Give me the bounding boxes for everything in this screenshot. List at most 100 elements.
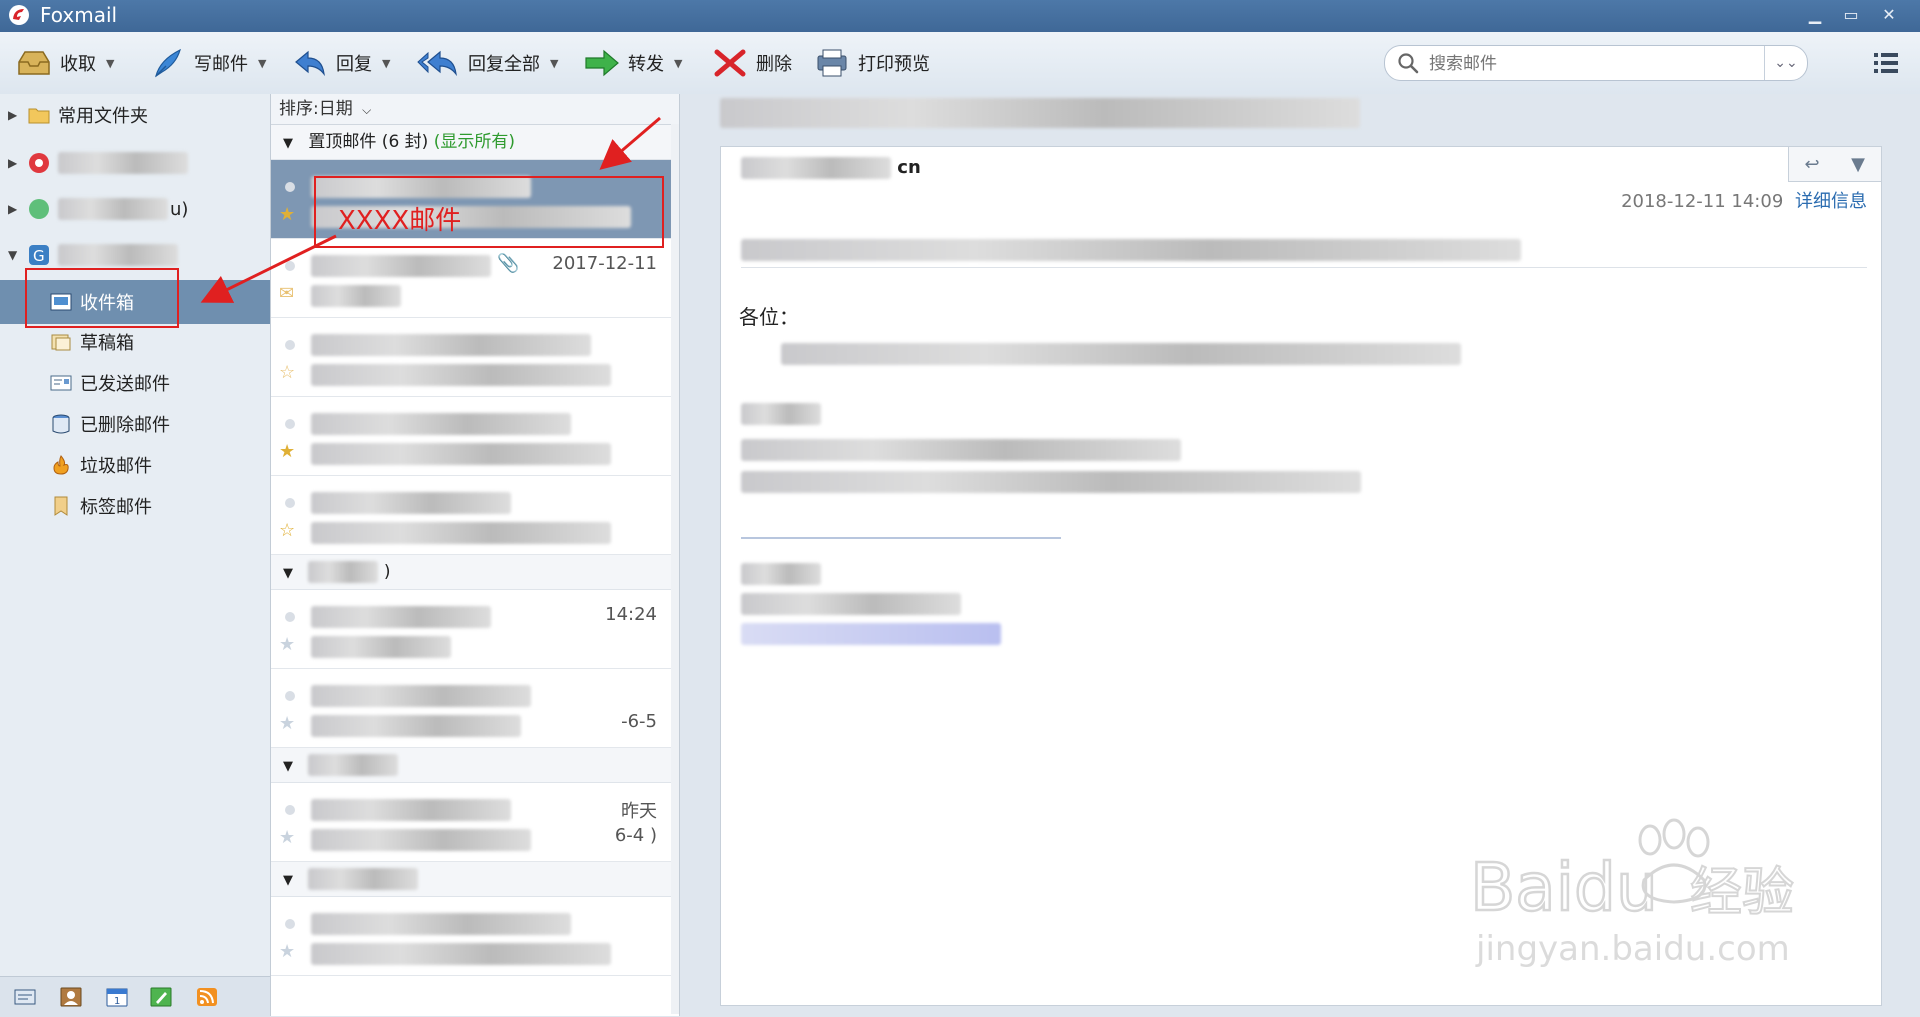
- blurred-signature-link[interactable]: [741, 623, 1001, 645]
- annotation-label: XXXX邮件: [338, 206, 462, 236]
- sort-dropdown[interactable]: 排序:日期 ⌵: [271, 94, 679, 125]
- older-group-header[interactable]: ▼: [271, 862, 679, 897]
- blurred-sender: [311, 799, 511, 821]
- pinned-group-header[interactable]: ▼ 置顶邮件 (6 封) (显示所有): [271, 125, 679, 160]
- read-status-dot[interactable]: [285, 919, 295, 929]
- print-preview-button[interactable]: 打印预览: [814, 44, 930, 82]
- search-options-button[interactable]: ⌄⌄: [1764, 46, 1807, 80]
- quill-pen-icon: [155, 48, 181, 78]
- receive-button[interactable]: 收取 ▼: [16, 44, 114, 82]
- collapse-arrow-icon[interactable]: ▼: [283, 136, 293, 151]
- rss-feed-icon[interactable]: [196, 987, 218, 1007]
- list-item[interactable]: ★ 昨天 6-4 ): [271, 783, 679, 862]
- blurred-group-name: [308, 754, 399, 776]
- read-status-dot[interactable]: [285, 612, 295, 622]
- reply-dropdown-icon[interactable]: ▼: [382, 57, 390, 70]
- reply-all-arrow-icon: [417, 50, 457, 77]
- read-status-dot[interactable]: [285, 691, 295, 701]
- star-icon[interactable]: ★: [279, 827, 295, 848]
- list-item[interactable]: ★: [271, 397, 679, 476]
- sidebar-item-tagged[interactable]: 标签邮件: [0, 487, 270, 525]
- message-time: 2017-12-11: [552, 253, 657, 274]
- more-actions-button[interactable]: ▼: [1835, 147, 1881, 181]
- star-icon[interactable]: ★: [279, 941, 295, 962]
- sidebar-account-1[interactable]: ▶: [0, 144, 270, 182]
- read-status-dot[interactable]: [285, 419, 295, 429]
- read-status-dot[interactable]: [285, 182, 295, 192]
- sender-address[interactable]: cn: [741, 157, 921, 179]
- read-status-dot[interactable]: [285, 261, 295, 271]
- yesterday-group-header[interactable]: ▼: [271, 748, 679, 783]
- list-scrollbar[interactable]: [671, 124, 679, 1014]
- delete-button[interactable]: 删除: [712, 44, 792, 82]
- read-status-dot[interactable]: [285, 498, 295, 508]
- collapse-arrow-icon[interactable]: ▼: [283, 759, 293, 774]
- mail-view-icon[interactable]: [14, 987, 36, 1007]
- search-input[interactable]: [1427, 50, 1751, 78]
- read-status-dot[interactable]: [285, 340, 295, 350]
- sidebar-item-sent[interactable]: 已发送邮件: [0, 364, 270, 402]
- compose-dropdown-icon[interactable]: ▼: [258, 57, 266, 70]
- message-greeting: 各位：: [739, 305, 799, 329]
- print-preview-label: 打印预览: [858, 54, 930, 75]
- sidebar-item-drafts[interactable]: 草稿箱: [0, 323, 270, 361]
- message-datetime-row: 2018-12-11 14:09 详细信息: [1621, 187, 1867, 213]
- contacts-icon[interactable]: [60, 987, 82, 1007]
- calendar-icon[interactable]: 1: [106, 987, 128, 1007]
- reply-button[interactable]: 回复 ▼: [292, 44, 390, 82]
- star-icon[interactable]: ☆: [279, 362, 295, 383]
- read-status-dot[interactable]: [285, 805, 295, 815]
- hamburger-menu-icon[interactable]: [1872, 50, 1900, 76]
- forward-button[interactable]: 转发 ▼: [584, 44, 682, 82]
- sidebar-item-favorites[interactable]: ▶ 常用文件夹: [0, 96, 270, 134]
- list-item[interactable]: ★: [271, 897, 679, 976]
- details-link[interactable]: 详细信息: [1795, 191, 1867, 212]
- sidebar-account-2[interactable]: ▶ u): [0, 190, 270, 228]
- baidu-watermark: Baidu 经验 jingyan.baidu.com: [1470, 818, 1795, 969]
- pinned-group-label: 置顶邮件 (6 封): [308, 132, 429, 152]
- star-icon[interactable]: ★: [279, 441, 295, 462]
- blurred-sender: [311, 255, 491, 277]
- quick-reply-button[interactable]: ↩: [1789, 147, 1835, 181]
- collapse-arrow-icon[interactable]: ▼: [283, 873, 293, 888]
- today-group-header[interactable]: ▼ ): [271, 555, 679, 590]
- list-item[interactable]: ☆: [271, 318, 679, 397]
- star-icon[interactable]: ★: [279, 634, 295, 655]
- reply-all-button[interactable]: 回复全部 ▼: [416, 44, 558, 82]
- expand-arrow-icon[interactable]: ▶: [8, 202, 22, 216]
- svg-text:G: G: [33, 247, 45, 265]
- tag-icon: [54, 496, 68, 516]
- collapse-arrow-icon[interactable]: ▼: [283, 566, 293, 581]
- list-item[interactable]: ✉ 📎 2017-12-11: [271, 239, 679, 318]
- list-item[interactable]: ★ -6-5: [271, 669, 679, 748]
- reply-all-dropdown-icon[interactable]: ▼: [550, 57, 558, 70]
- collapse-arrow-icon[interactable]: ▼: [8, 248, 22, 262]
- restore-button[interactable]: ▭: [1838, 4, 1864, 26]
- sidebar-item-label: 垃圾邮件: [80, 456, 152, 477]
- star-icon[interactable]: ★: [279, 713, 295, 734]
- blurred-body-line: [741, 439, 1181, 461]
- blurred-group-name: [308, 868, 419, 890]
- blurred-signature-line: [741, 593, 961, 615]
- notes-icon[interactable]: [150, 987, 172, 1007]
- forward-dropdown-icon[interactable]: ▼: [674, 57, 682, 70]
- star-icon[interactable]: ☆: [279, 520, 295, 541]
- show-all-link[interactable]: (显示所有): [434, 132, 515, 152]
- list-item[interactable]: ☆: [271, 476, 679, 555]
- list-item[interactable]: ★ 14:24: [271, 590, 679, 669]
- expand-arrow-icon[interactable]: ▶: [8, 156, 22, 170]
- sender-domain-suffix: cn: [897, 157, 921, 178]
- foxmail-logo-icon: [9, 5, 29, 25]
- sidebar-item-label: 常用文件夹: [58, 106, 148, 127]
- minimize-button[interactable]: ▁: [1802, 4, 1828, 26]
- compose-button[interactable]: 写邮件 ▼: [150, 44, 266, 82]
- sidebar-item-deleted[interactable]: 已删除邮件: [0, 405, 270, 443]
- blurred-sender: [311, 492, 511, 514]
- close-button[interactable]: ✕: [1876, 4, 1902, 26]
- annotation-box-inbox: [25, 268, 179, 328]
- expand-arrow-icon[interactable]: ▶: [8, 108, 22, 122]
- receive-dropdown-icon[interactable]: ▼: [106, 57, 114, 70]
- blurred-subject: [311, 715, 521, 737]
- sidebar-item-junk[interactable]: 垃圾邮件: [0, 446, 270, 484]
- star-icon[interactable]: ★: [279, 204, 295, 225]
